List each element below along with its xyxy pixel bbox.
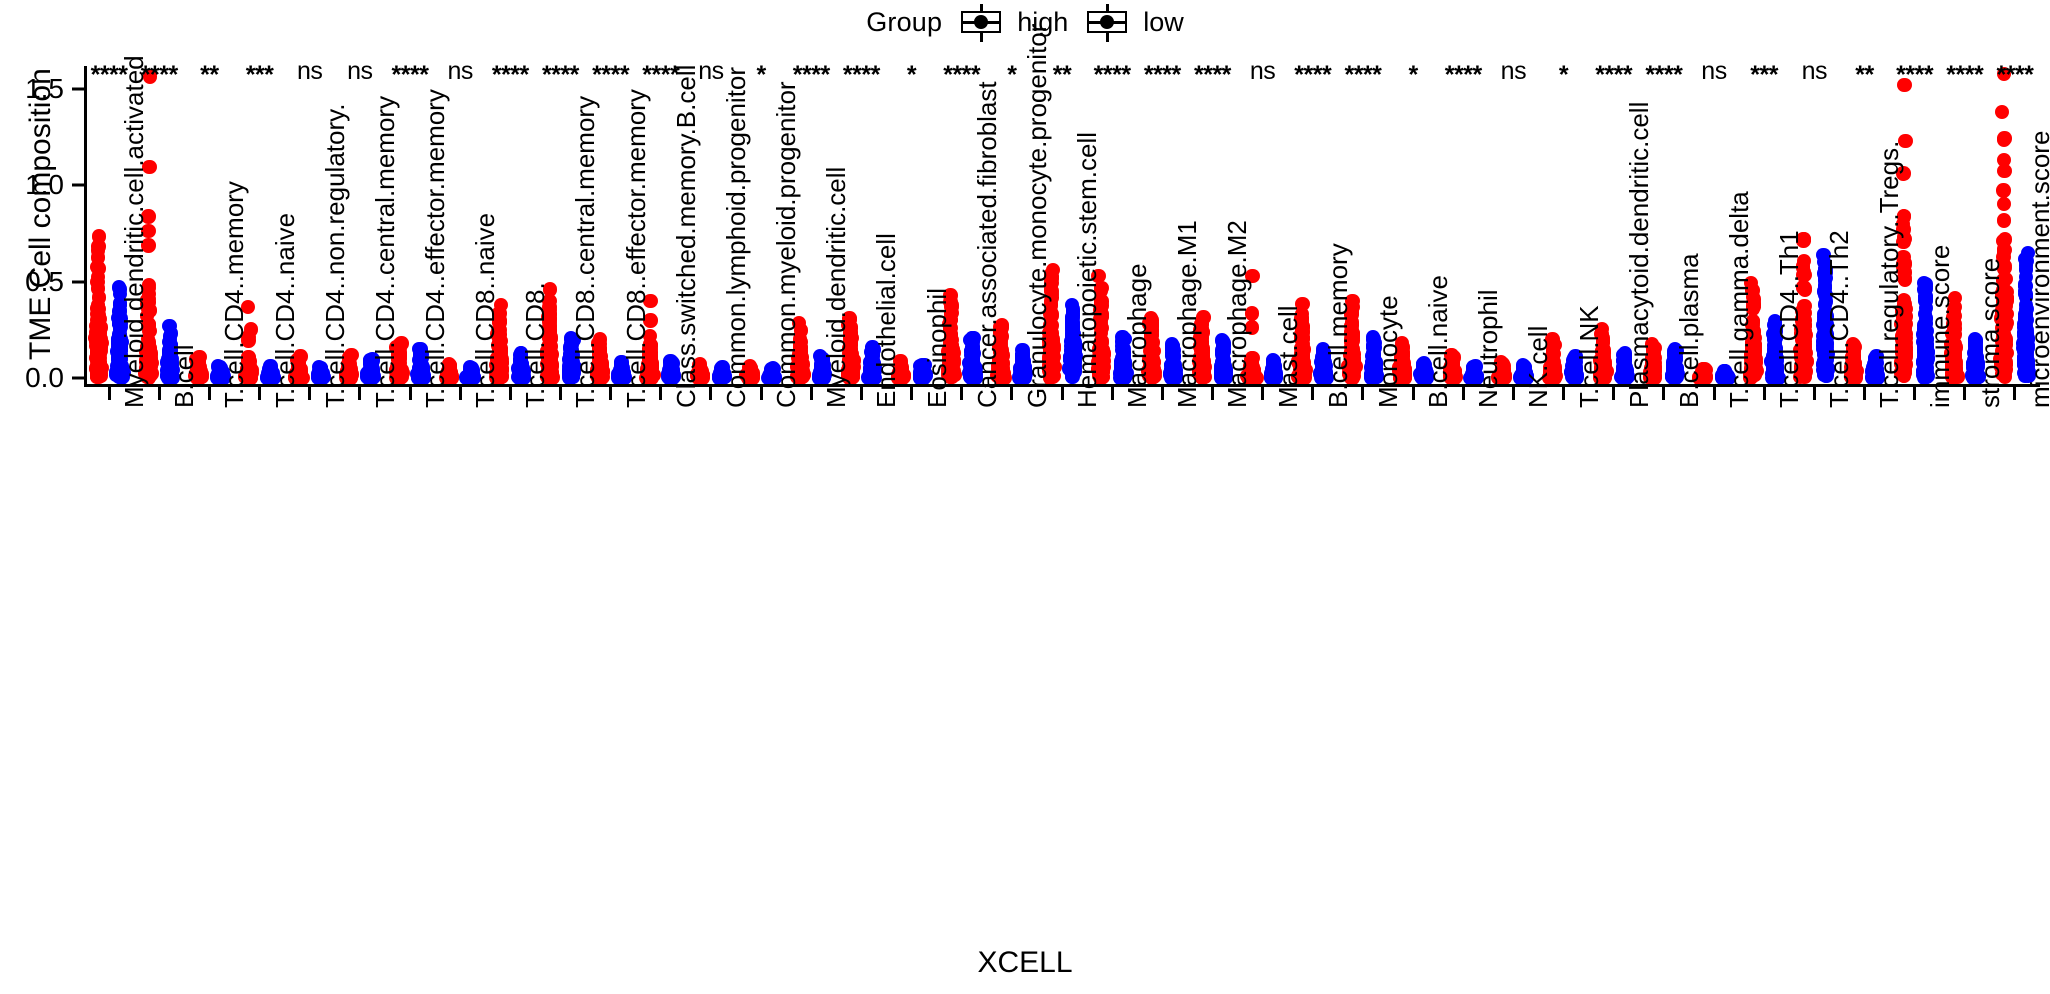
data-point (91, 261, 106, 276)
chart-root: Group high low TME Cell composition ****… (0, 0, 2050, 994)
legend-title: Group (866, 6, 943, 37)
data-point-outlier (91, 229, 106, 244)
data-point-outlier (163, 326, 179, 341)
legend-label-low: low (1143, 6, 1184, 37)
legend-key-high-icon (956, 4, 1006, 42)
data-point (91, 299, 106, 314)
data-point (90, 320, 105, 335)
data-point-outlier (90, 243, 105, 258)
y-axis-title: TME Cell composition (24, 68, 57, 360)
legend-item-low[interactable]: low (1082, 4, 1184, 42)
legend-key-low-icon (1082, 4, 1132, 42)
data-point (92, 356, 107, 371)
data-point (90, 281, 106, 296)
